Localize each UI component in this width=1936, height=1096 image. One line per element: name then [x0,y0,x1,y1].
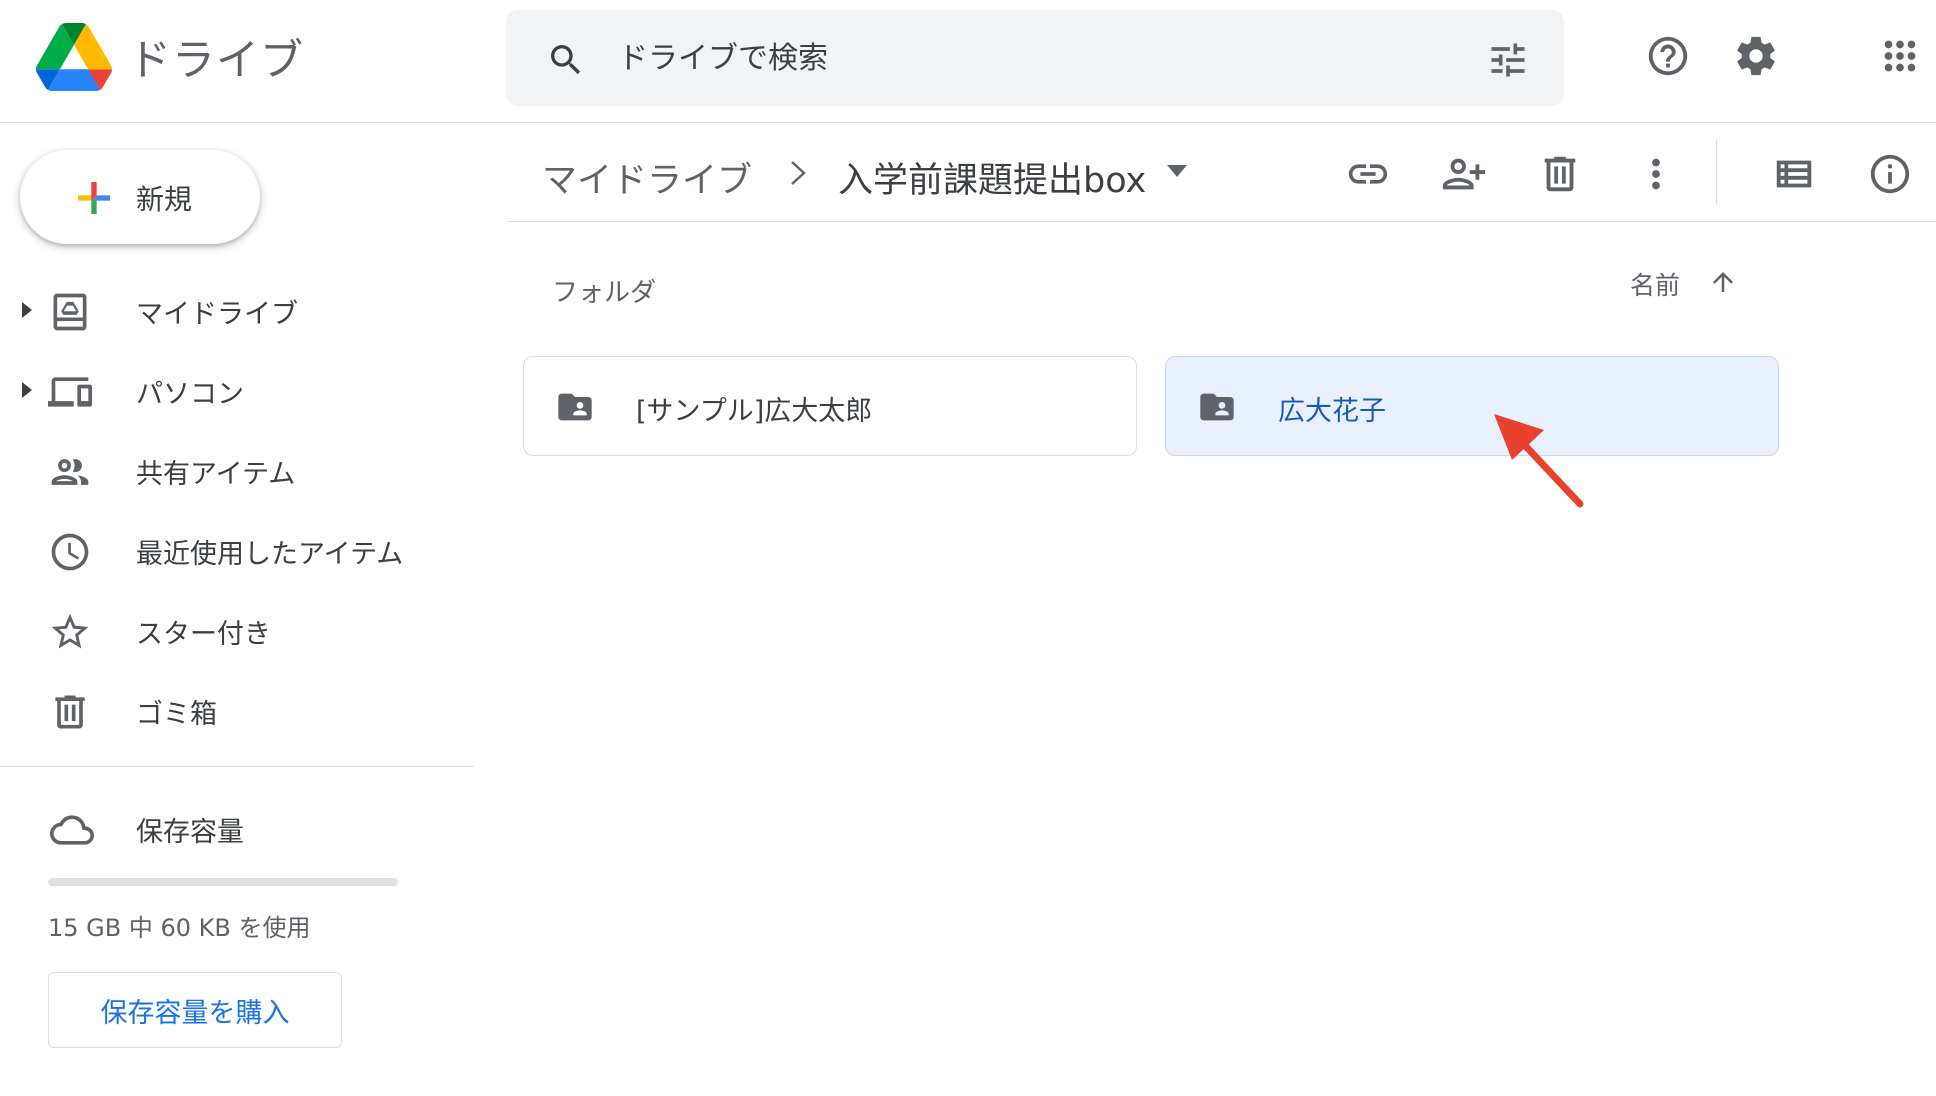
sidebar-item-trash[interactable]: ゴミ箱 [0,670,474,750]
help-button[interactable] [1638,26,1698,86]
expand-caret-icon[interactable] [20,300,34,320]
breadcrumb-current-folder[interactable]: 入学前課題提出box [838,152,1146,203]
my-drive-icon [53,293,87,331]
chevron-right-icon [791,161,806,185]
sidebar-divider [0,766,474,767]
info-icon [1870,154,1910,194]
gear-icon [1737,36,1775,76]
sidebar-item-label: パソコン [136,379,244,410]
sidebar-item-label: 共有アイテム [136,459,296,490]
star-icon [51,613,89,649]
sidebar-item-recent[interactable]: 最近使用したアイテム [0,510,474,590]
search-options-icon[interactable] [1486,38,1530,82]
apps-grid-icon [1884,40,1916,72]
delete-button[interactable] [1532,146,1588,202]
sidebar-item-label: ゴミ箱 [136,699,217,730]
drive-logo-icon [36,23,112,91]
sort-by-name-button[interactable]: 名前 [1630,266,1680,302]
help-icon [1648,36,1688,76]
toolbar: マイドライブ 入学前課題提出box [508,124,1936,222]
more-actions-button[interactable] [1628,146,1684,202]
sidebar-item-shared[interactable]: 共有アイテム [0,430,474,510]
settings-button[interactable] [1726,26,1786,86]
share-button[interactable] [1436,146,1492,202]
buy-storage-button[interactable]: 保存容量を購入 [48,972,342,1048]
storage-usage-bar [48,878,398,886]
sidebar-item-label: スター付き [136,619,271,650]
folder-item[interactable]: [サンプル]広大太郎 [523,356,1137,456]
get-link-button[interactable] [1340,146,1396,202]
toolbar-divider [1716,140,1717,204]
shared-folder-icon [1200,393,1234,421]
list-view-icon [1776,160,1812,188]
new-button[interactable]: 新規 [20,150,260,244]
sidebar-item-computers[interactable]: パソコン [0,350,474,430]
folder-name: [サンプル]広大太郎 [636,396,873,427]
plus-icon [78,182,110,214]
storage-label: 保存容量 [136,817,244,848]
sidebar-item-label: 最近使用したアイテム [136,539,404,570]
trash-icon [1544,156,1576,192]
link-icon [1348,164,1388,184]
breadcrumb-root[interactable]: マイドライブ [542,152,752,203]
sidebar-item-label: マイドライブ [136,299,298,330]
new-button-label: 新規 [136,183,193,216]
apps-button[interactable] [1870,26,1930,86]
trash-icon [55,695,85,729]
clock-icon [51,533,89,571]
person-add-icon [1442,158,1486,190]
top-header: ドライブ [0,0,1936,123]
cloud-icon [50,815,94,845]
folder-item-selected[interactable]: 広大花子 [1165,356,1779,456]
app-title: ドライブ [128,36,304,86]
search-bar [506,10,1564,106]
search-input[interactable] [618,30,1418,86]
computer-devices-icon [48,377,92,407]
folder-name: 広大花子 [1278,396,1386,427]
sidebar-item-starred[interactable]: スター付き [0,590,474,670]
arrow-up-icon[interactable] [1708,266,1738,298]
dropdown-caret-icon[interactable] [1166,164,1188,178]
sidebar-item-my-drive[interactable]: マイドライブ [0,270,474,350]
drive-logo-link[interactable]: ドライブ [36,22,304,92]
details-button[interactable] [1862,146,1918,202]
section-folders-label: フォルダ [552,278,657,308]
list-view-button[interactable] [1766,146,1822,202]
people-icon [51,459,89,485]
annotation-arrow-icon [1494,414,1584,508]
more-vert-icon [1652,158,1660,190]
storage-usage-text: 15 GB 中 60 KB を使用 [48,914,311,942]
shared-folder-icon [558,393,592,421]
expand-caret-icon[interactable] [20,380,34,400]
search-icon[interactable] [546,40,586,80]
sidebar-nav: マイドライブ パソコン 共有アイテム 最近使用したアイテム スター付き ゴミ箱 [0,270,474,750]
